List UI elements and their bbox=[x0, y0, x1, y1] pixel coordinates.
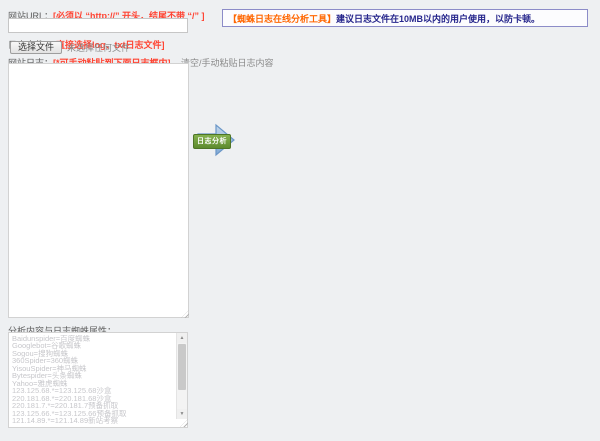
spider-properties-box[interactable]: Baidunspider=百度蜘蛛Googlebot=谷歌蜘蛛Sogou=搜狗蜘… bbox=[8, 332, 188, 428]
scroll-up-icon[interactable]: ▲ bbox=[177, 333, 188, 343]
spider-property-line: 121.14.89.*=121.14.89新站考察 bbox=[12, 417, 175, 424]
analyze-action: 日志分析 bbox=[196, 122, 236, 158]
manual-paste-hint: /手动粘贴日志内容 bbox=[199, 58, 274, 68]
spider-properties-list: Baidunspider=百度蜘蛛Googlebot=谷歌蜘蛛Sogou=搜狗蜘… bbox=[12, 335, 175, 427]
analyze-button[interactable]: 日志分析 bbox=[193, 134, 231, 149]
notice-title: 【蜘蛛日志在线分析工具】 bbox=[228, 12, 336, 25]
notice-box: 【蜘蛛日志在线分析工具】建议日志文件在10MB以内的用户使用，以防卡顿。 bbox=[222, 9, 588, 27]
scrollbar[interactable]: ▲ ▼ bbox=[176, 333, 187, 419]
scroll-down-icon[interactable]: ▼ bbox=[177, 409, 188, 419]
url-input[interactable] bbox=[8, 18, 188, 33]
scrollbar-thumb[interactable] bbox=[178, 344, 186, 390]
notice-text: 建议日志文件在10MB以内的用户使用，以防卡顿。 bbox=[336, 12, 540, 25]
log-textarea[interactable] bbox=[8, 63, 189, 318]
